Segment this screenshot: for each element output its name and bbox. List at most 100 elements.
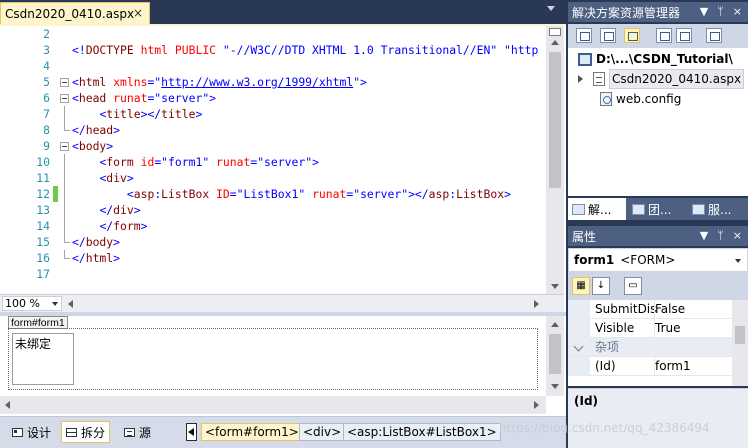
collapse-icon[interactable] [58,90,70,106]
split-view-button[interactable]: 拆分 [61,421,111,443]
close-icon[interactable]: × [733,5,742,18]
show-all-files-icon[interactable] [624,28,640,43]
editor-vertical-scrollbar[interactable] [546,26,564,294]
code-token: </ [72,235,86,249]
split-view-icon [66,427,77,437]
form-outline[interactable] [8,328,538,390]
code-line[interactable]: 15 </body> [0,234,546,250]
tab-server-explorer[interactable]: 服... [688,198,748,220]
breadcrumb-listbox[interactable]: <asp:ListBox#ListBox1> [343,423,501,441]
zoom-select[interactable]: 100 % [2,296,62,311]
code-token: runat [216,155,251,169]
tree-item-aspx[interactable]: Csdn2020_0410.aspx [578,69,745,89]
code-line[interactable]: 16 </html> [0,250,546,266]
line-number: 6 [43,91,50,105]
tree-item-config[interactable]: web.config [600,90,681,108]
properties-icon[interactable] [576,28,592,43]
code-token: xmlns [113,75,148,89]
code-text: <div> [72,170,133,186]
property-value[interactable]: False [654,300,732,319]
scroll-thumb[interactable] [549,334,561,374]
close-icon[interactable]: × [733,229,742,242]
code-area[interactable]: 2 3 <!DOCTYPE html PUBLIC "-//W3C//DTD XHT… [0,26,546,294]
dropdown-icon[interactable]: ▼ [700,5,708,18]
code-line[interactable]: 2 [0,26,546,42]
property-category[interactable]: 杂项 [568,338,732,357]
collapse-icon[interactable] [58,138,70,154]
code-line[interactable]: 5 <html xmlns="http://www.w3.org/1999/xht… [0,74,546,90]
document-tab[interactable]: Csdn2020_0410.aspx × [0,2,150,24]
line-number: 5 [43,75,50,89]
view-designer-icon[interactable] [676,28,692,43]
source-view-button[interactable]: 源 [120,421,155,443]
scroll-thumb[interactable] [549,52,561,188]
dropdown-icon[interactable]: ▼ [700,229,708,242]
code-line[interactable]: 14 </form> [0,218,546,234]
code-line[interactable]: 8 </head> [0,122,546,138]
code-line[interactable]: 11 <div> [0,170,546,186]
breadcrumb-div[interactable]: <div> [299,423,346,441]
split-handle-icon[interactable] [549,28,561,36]
code-text: <title></title> [72,106,202,122]
scroll-up-icon[interactable] [551,322,559,327]
code-line[interactable]: 17 [0,266,546,282]
scroll-right-icon[interactable] [534,401,539,409]
object-type: <FORM> [620,253,676,267]
listbox-preview[interactable]: 未绑定 [12,333,74,385]
code-line[interactable]: 12 <asp:ListBox ID="ListBox1" runat="ser… [0,186,546,202]
pin-icon[interactable]: ᛘ [717,229,724,242]
property-grid-scrollbar[interactable] [732,300,748,386]
solution-explorer-title: 解决方案资源管理器 [572,5,681,20]
refresh-icon[interactable] [600,28,616,43]
scroll-thumb[interactable] [735,326,745,344]
nest-files-icon[interactable] [706,28,722,43]
scroll-left-icon[interactable] [5,401,10,409]
code-token: < [126,187,134,201]
design-view-button[interactable]: 设计 [8,421,55,443]
property-row[interactable]: SubmitDis False [568,300,732,319]
close-icon[interactable]: × [133,6,143,20]
code-token: form [106,155,141,169]
scroll-down-icon[interactable] [551,284,559,289]
scroll-down-icon[interactable] [551,384,559,389]
breadcrumb-back-icon[interactable] [186,423,197,441]
tab-overflow-icon[interactable] [547,6,555,11]
chevron-down-icon[interactable] [573,341,584,352]
code-line[interactable]: 7 <title></title> [0,106,546,122]
code-line[interactable]: 4 [0,58,546,74]
code-text: <asp:ListBox ID="ListBox1" runat="server… [72,186,511,202]
design-horizontal-scrollbar[interactable] [0,396,546,414]
design-vertical-scrollbar[interactable] [546,316,564,396]
line-number: 13 [36,203,50,217]
collapse-icon[interactable] [58,74,70,90]
scroll-up-icon[interactable] [551,40,559,45]
pin-icon[interactable]: ᛘ [717,5,724,18]
design-pane[interactable]: form#form1 未绑定 [0,316,566,416]
tab-team-explorer[interactable]: 团... [628,198,686,220]
expand-arrow-icon[interactable] [578,75,583,83]
code-line[interactable]: 3 <!DOCTYPE html PUBLIC "-//W3C//DTD XHTM… [0,42,546,58]
breadcrumb-form[interactable]: <form#form1> [201,423,303,441]
alphabetical-icon[interactable]: ↓ [592,277,610,295]
view-code-icon[interactable] [656,28,672,43]
code-line[interactable]: 6 <head runat="server"> [0,90,546,106]
property-value[interactable]: True [654,319,732,338]
code-line[interactable]: 10 <form id="form1" runat="server"> [0,154,546,170]
scroll-left-icon[interactable] [68,300,73,308]
code-line[interactable]: 13 </div> [0,202,546,218]
tab-solution-explorer[interactable]: 解... [568,198,626,220]
tab-label: 团... [648,202,672,217]
code-token[interactable]: http://www.w3.org/1999/xhtml [161,75,353,89]
property-row[interactable]: (Id) form1 [568,357,732,376]
property-row[interactable]: Visible True [568,319,732,338]
object-selector[interactable]: form1 <FORM> [568,248,748,272]
property-value[interactable]: form1 [654,357,732,376]
property-pages-icon[interactable]: ▭ [624,277,642,295]
chevron-down-icon [735,259,741,263]
code-line[interactable]: 9 <body> [0,138,546,154]
object-name: form1 [574,253,615,267]
scroll-right-icon[interactable] [534,300,539,308]
tree-project[interactable]: D:\...\CSDN_Tutorial\ [578,50,733,68]
categorized-icon[interactable]: ▦ [572,277,590,295]
